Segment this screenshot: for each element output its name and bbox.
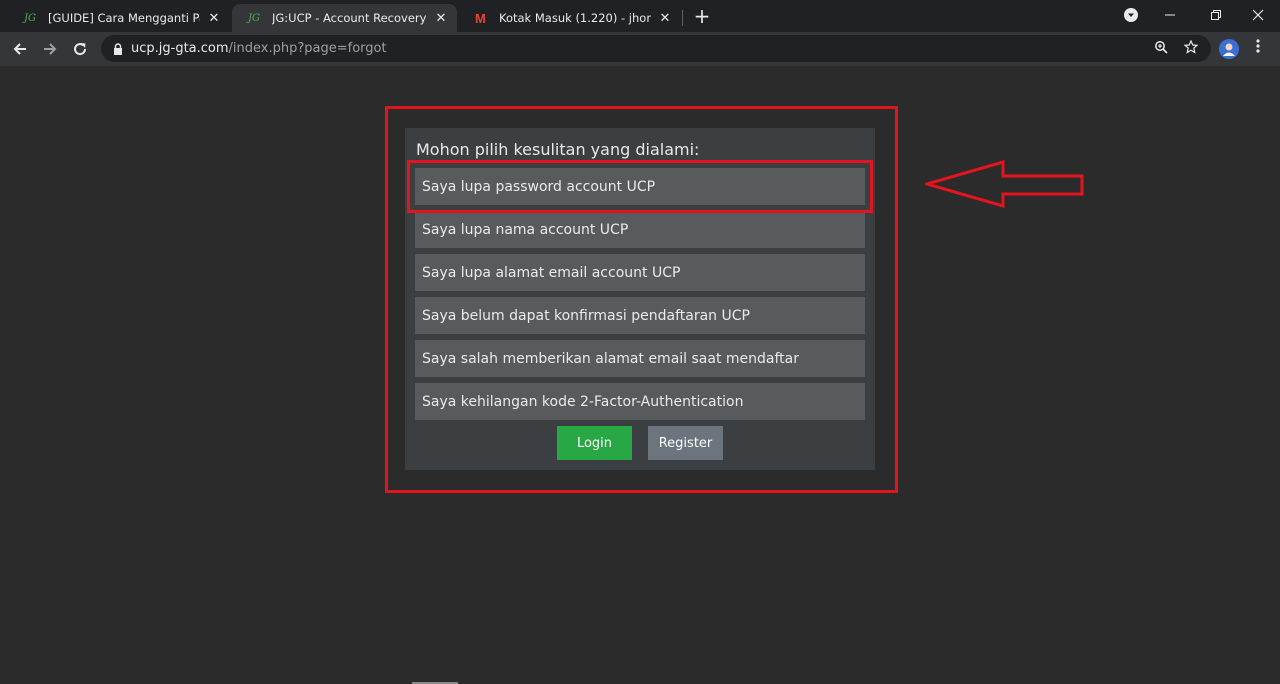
tab-gmail[interactable]: M Kotak Masuk (1.220) - jhonhanse ✕	[459, 4, 681, 32]
forward-arrow-icon	[44, 43, 57, 55]
close-tab-icon[interactable]: ✕	[206, 11, 222, 26]
register-button[interactable]: Register	[648, 426, 723, 460]
gmail-icon: M	[475, 10, 486, 26]
reload-button[interactable]	[67, 36, 93, 62]
bookmark-star-button[interactable]	[1183, 39, 1199, 58]
restore-icon	[1211, 10, 1221, 20]
lock-icon	[114, 42, 122, 55]
close-icon	[1252, 9, 1264, 21]
minimize-icon	[1165, 14, 1175, 16]
avatar-icon	[1223, 43, 1235, 56]
login-button[interactable]: Login	[557, 426, 632, 460]
address-bar[interactable]: ucp.jg-gta.com/index.php?page=forgot	[101, 35, 1211, 62]
new-tab-button[interactable]: +	[690, 4, 714, 28]
annotation-inner-box	[407, 160, 873, 213]
zoom-icon	[1155, 41, 1168, 54]
tab-strip: JG [GUIDE] Cara Mengganti Passwo ✕ JG JG…	[0, 0, 1280, 32]
star-icon	[1183, 39, 1199, 54]
option-forgot-account-name[interactable]: Saya lupa nama account UCP	[415, 211, 865, 248]
option-no-confirmation[interactable]: Saya belum dapat konfirmasi pendaftaran …	[415, 297, 865, 334]
back-arrow-icon	[13, 43, 26, 55]
tab-title: JG:UCP - Account Recovery	[272, 11, 427, 25]
kebab-menu-icon	[1256, 39, 1260, 53]
jg-favicon-icon: JG	[248, 12, 260, 24]
url-path: /index.php?page=forgot	[228, 41, 387, 56]
profile-avatar[interactable]	[1219, 39, 1239, 59]
close-tab-icon[interactable]: ✕	[657, 11, 673, 26]
reload-icon	[74, 43, 87, 56]
tab-guide[interactable]: JG [GUIDE] Cara Mengganti Passwo ✕	[8, 4, 230, 32]
browser-menu-button[interactable]	[1251, 38, 1265, 58]
back-button[interactable]	[7, 36, 33, 62]
tab-separator	[682, 10, 683, 26]
annotation-arrow-icon	[925, 160, 1084, 208]
restore-button[interactable]	[1196, 0, 1236, 30]
tab-search-button[interactable]	[1111, 0, 1151, 30]
tab-title: [GUIDE] Cara Mengganti Passwo	[48, 11, 200, 25]
tab-account-recovery[interactable]: JG JG:UCP - Account Recovery ✕	[232, 4, 457, 32]
option-wrong-email[interactable]: Saya salah memberikan alamat email saat …	[415, 340, 865, 377]
panel-title: Mohon pilih kesulitan yang dialami:	[416, 140, 700, 159]
minimize-button[interactable]	[1150, 0, 1190, 30]
tab-title: Kotak Masuk (1.220) - jhonhanse	[499, 11, 651, 25]
option-lost-2fa[interactable]: Saya kehilangan kode 2-Factor-Authentica…	[415, 383, 865, 420]
close-window-button[interactable]	[1238, 0, 1278, 30]
option-forgot-email[interactable]: Saya lupa alamat email account UCP	[415, 254, 865, 291]
chevron-down-icon	[1124, 8, 1138, 22]
url-host: ucp.jg-gta.com	[131, 41, 229, 56]
forward-button[interactable]	[37, 36, 63, 62]
browser-toolbar: ucp.jg-gta.com/index.php?page=forgot	[0, 32, 1280, 66]
close-tab-icon[interactable]: ✕	[433, 11, 449, 26]
jg-favicon-icon: JG	[24, 12, 36, 24]
zoom-button[interactable]	[1154, 40, 1168, 58]
